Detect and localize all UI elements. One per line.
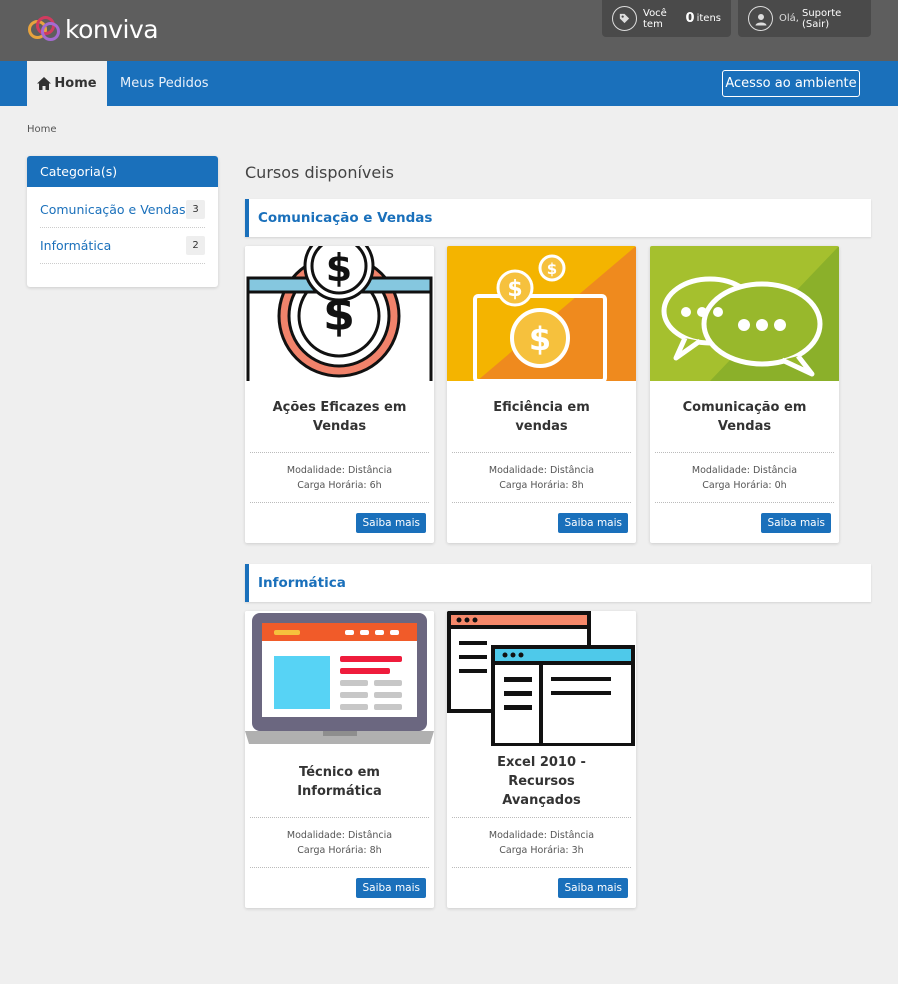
cart-prefix: Você tem — [643, 7, 667, 30]
learn-more-button[interactable]: Saiba mais — [558, 878, 628, 898]
user-menu-button[interactable]: Olá, Suporte (Sair) — [738, 0, 871, 37]
course-card[interactable]: $ $ Ações Eficazes em Vendas Modalidade:… — [245, 246, 434, 543]
learn-more-button[interactable]: Saiba mais — [356, 878, 426, 898]
cart-count: 0 — [685, 11, 695, 26]
category-count: 3 — [186, 200, 205, 219]
course-hours: Carga Horária: 8h — [499, 479, 584, 491]
brand-name: konviva — [65, 14, 159, 44]
nav-home[interactable]: Home — [27, 61, 107, 106]
course-title[interactable]: Excel 2010 - Recursos Avançados — [452, 746, 631, 818]
sidebar-title: Categoria(s) — [27, 156, 218, 187]
coins-screen-icon: $ $ $ — [447, 246, 636, 381]
course-title[interactable]: Eficiência em vendas — [452, 381, 631, 453]
cart-suffix: itens — [696, 13, 721, 24]
course-meta: Modalidade: Distância Carga Horária: 3h — [452, 818, 631, 868]
tag-icon — [612, 6, 637, 31]
course-title[interactable]: Técnico em Informática — [250, 746, 429, 818]
section-header-informatica: Informática — [245, 564, 871, 602]
course-hours: Carga Horária: 0h — [702, 479, 787, 491]
course-meta: Modalidade: Distância Carga Horária: 8h — [452, 453, 631, 503]
category-label[interactable]: Informática — [40, 238, 111, 253]
user-icon — [748, 6, 773, 31]
course-meta: Modalidade: Distância Carga Horária: 0h — [655, 453, 834, 503]
laptop-icon — [245, 611, 434, 746]
access-environment-button[interactable]: Acesso ao ambiente — [722, 70, 860, 97]
svg-text:$: $ — [547, 260, 557, 278]
svg-text:$: $ — [507, 277, 522, 302]
category-label[interactable]: Comunicação e Vendas — [40, 202, 186, 217]
top-header: konviva Você tem 0 itens Olá, Suporte (S… — [0, 0, 898, 61]
learn-more-button[interactable]: Saiba mais — [356, 513, 426, 533]
course-hours: Carga Horária: 8h — [297, 844, 382, 856]
category-item-informatica[interactable]: Informática 2 — [40, 228, 205, 264]
course-modality: Modalidade: Distância — [286, 829, 393, 841]
breadcrumb[interactable]: Home — [27, 124, 57, 135]
course-hours: Carga Horária: 3h — [499, 844, 584, 856]
course-meta: Modalidade: Distância Carga Horária: 6h — [250, 453, 429, 503]
course-card[interactable]: Excel 2010 - Recursos Avançados Modalida… — [447, 611, 636, 908]
category-count: 2 — [186, 236, 205, 255]
category-item-comunicacao[interactable]: Comunicação e Vendas 3 — [40, 192, 205, 228]
course-meta: Modalidade: Distância Carga Horária: 8h — [250, 818, 429, 868]
learn-more-button[interactable]: Saiba mais — [558, 513, 628, 533]
course-card[interactable]: Técnico em Informática Modalidade: Distâ… — [245, 611, 434, 908]
learn-more-button[interactable]: Saiba mais — [761, 513, 831, 533]
user-greeting: Olá, — [779, 13, 799, 24]
windows-icon — [447, 611, 636, 746]
page-title: Cursos disponíveis — [245, 163, 394, 182]
course-modality: Modalidade: Distância — [488, 464, 595, 476]
course-hours: Carga Horária: 6h — [297, 479, 382, 491]
course-card[interactable]: Comunicação em Vendas Modalidade: Distân… — [650, 246, 839, 543]
nav-home-label: Home — [54, 76, 97, 91]
course-modality: Modalidade: Distância — [286, 464, 393, 476]
course-title[interactable]: Ações Eficazes em Vendas — [250, 381, 429, 453]
nav-my-orders[interactable]: Meus Pedidos — [120, 61, 209, 106]
svg-text:$: $ — [326, 246, 352, 290]
main-nav: Home Meus Pedidos Acesso ao ambiente — [0, 61, 898, 106]
category-sidebar: Categoria(s) Comunicação e Vendas 3 Info… — [27, 156, 218, 287]
chat-bubbles-icon — [650, 246, 839, 381]
course-modality: Modalidade: Distância — [488, 829, 595, 841]
coin-slot-icon: $ $ — [245, 246, 434, 381]
user-name: Suporte (Sair) — [801, 7, 842, 30]
course-title[interactable]: Comunicação em Vendas — [655, 381, 834, 453]
course-modality: Modalidade: Distância — [691, 464, 798, 476]
konviva-logo[interactable]: konviva — [28, 14, 159, 44]
logo-rings-icon — [28, 14, 62, 44]
cart-button[interactable]: Você tem 0 itens — [602, 0, 731, 37]
course-card[interactable]: $ $ $ Eficiência em vendas Modalidade: D… — [447, 246, 636, 543]
section-header-comunicacao: Comunicação e Vendas — [245, 199, 871, 237]
svg-text:$: $ — [529, 320, 551, 358]
home-icon — [37, 77, 52, 90]
